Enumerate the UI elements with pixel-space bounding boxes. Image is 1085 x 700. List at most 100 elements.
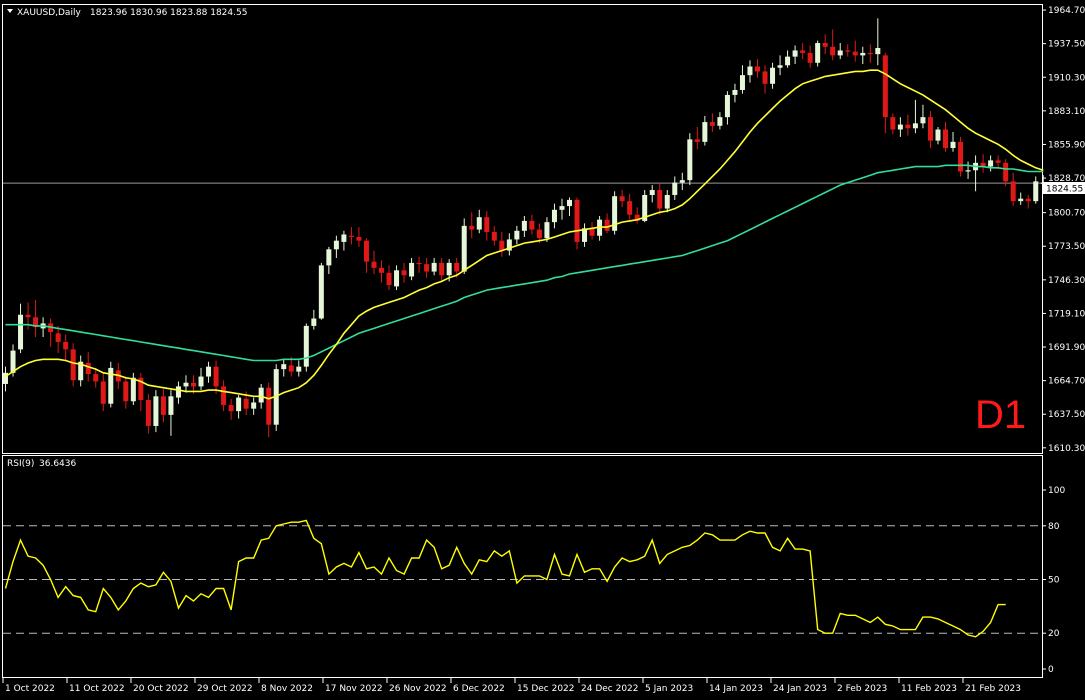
candle-body xyxy=(160,396,166,415)
candle-body xyxy=(130,377,136,402)
candle-body xyxy=(905,124,911,129)
time-tick-label: 11 Oct 2022 xyxy=(69,684,125,694)
candle-body xyxy=(476,217,482,230)
candle-body xyxy=(521,220,527,231)
candle-body xyxy=(424,264,430,272)
candle-body xyxy=(100,381,106,404)
candle-body xyxy=(852,51,858,56)
candle-body xyxy=(416,262,422,265)
price-tick-label: 1637.50 xyxy=(1048,410,1085,420)
symbol-label: XAUUSD,Daily xyxy=(17,8,81,18)
rsi-tick-label: 20 xyxy=(1048,629,1060,639)
candle-body xyxy=(875,47,881,55)
time-tick-label: 17 Nov 2022 xyxy=(325,684,383,694)
trading-chart[interactable]: 1964.701937.501910.301883.101855.901828.… xyxy=(0,0,1085,700)
candle-body xyxy=(724,94,730,118)
time-tick-label: 21 Feb 2023 xyxy=(965,684,1021,694)
time-tick-label: 5 Jan 2023 xyxy=(645,684,693,694)
candle-body xyxy=(454,262,460,272)
candle-body xyxy=(574,199,580,242)
candle-body xyxy=(409,262,415,277)
candle-body xyxy=(943,129,948,149)
candle-body xyxy=(228,404,234,412)
candle-body xyxy=(499,240,505,251)
candle-body xyxy=(762,71,768,84)
price-tick-label: 1883.10 xyxy=(1048,107,1085,117)
candle-body xyxy=(544,222,550,239)
candle-body xyxy=(536,229,542,239)
time-tick-label: 2 Feb 2023 xyxy=(837,684,887,694)
candle-body xyxy=(153,396,159,426)
candle-body xyxy=(589,228,595,236)
candle-body xyxy=(243,398,249,409)
candle-body xyxy=(1003,162,1009,182)
candle-body xyxy=(123,381,129,402)
candle-body xyxy=(890,117,896,130)
candle-body xyxy=(800,50,806,53)
candle-body xyxy=(18,314,24,350)
candle-body xyxy=(288,365,294,372)
candle-body xyxy=(770,67,776,84)
candle-body xyxy=(431,262,437,272)
candle-body xyxy=(830,46,836,56)
candle-body xyxy=(236,397,242,412)
rsi-label: RSI(9) xyxy=(7,459,34,469)
candle-body xyxy=(822,43,828,47)
candle-body xyxy=(85,362,91,375)
candle-body xyxy=(837,50,843,56)
candle-body xyxy=(1018,198,1024,202)
price-tick-label: 1964.70 xyxy=(1048,6,1085,16)
candle-body xyxy=(266,387,272,425)
candle-body xyxy=(747,66,753,76)
time-tick-label: 24 Dec 2022 xyxy=(581,684,639,694)
candle-body xyxy=(867,52,873,55)
candle-body xyxy=(709,122,715,126)
candle-body xyxy=(792,50,798,57)
candle-body xyxy=(183,382,189,387)
candle-body xyxy=(950,141,956,149)
candle-body xyxy=(348,235,354,237)
candle-body xyxy=(63,341,69,350)
candle-body xyxy=(845,50,851,52)
candle-body xyxy=(198,376,204,387)
current-price-tag-label: 1824.55 xyxy=(1046,185,1083,195)
candle-body xyxy=(461,225,467,272)
candle-body xyxy=(446,262,452,276)
candle-body xyxy=(965,170,971,172)
candle-body xyxy=(439,262,445,276)
rsi-tick-label: 50 xyxy=(1048,576,1060,586)
candle-body xyxy=(604,219,610,231)
rsi-value: 36.6436 xyxy=(39,459,76,469)
candle-body xyxy=(664,194,670,209)
candle-body xyxy=(514,230,520,240)
candle-body xyxy=(213,366,219,387)
ohlc-values: 1823.96 1830.96 1823.88 1824.55 xyxy=(90,8,247,18)
candle-body xyxy=(191,382,196,387)
candle-body xyxy=(920,117,926,124)
time-tick-label: 20 Oct 2022 xyxy=(133,684,189,694)
candle-body xyxy=(1033,181,1039,202)
candle-body xyxy=(296,366,302,372)
candle-body xyxy=(927,117,933,141)
price-tick-label: 1746.30 xyxy=(1048,276,1085,286)
chart-background xyxy=(0,0,1085,700)
time-tick-label: 11 Feb 2023 xyxy=(901,684,957,694)
candle-body xyxy=(882,55,888,118)
candle-body xyxy=(988,160,994,167)
time-tick-label: 1 Oct 2022 xyxy=(5,684,55,694)
rsi-tick-label: 80 xyxy=(1048,522,1060,532)
time-tick-label: 15 Dec 2022 xyxy=(517,684,575,694)
candle-body xyxy=(627,201,633,215)
candle-body xyxy=(303,325,309,367)
candle-body xyxy=(717,117,723,126)
candle-body xyxy=(386,272,392,286)
candle-body xyxy=(755,66,760,72)
candle-body xyxy=(935,129,941,141)
candle-body xyxy=(679,180,685,183)
price-tick-label: 1691.90 xyxy=(1048,343,1085,353)
candle-body xyxy=(912,123,918,129)
price-tick-label: 1800.70 xyxy=(1048,209,1085,219)
candle-body xyxy=(55,333,61,342)
price-tick-label: 1664.70 xyxy=(1048,377,1085,387)
candle-body xyxy=(168,396,174,415)
